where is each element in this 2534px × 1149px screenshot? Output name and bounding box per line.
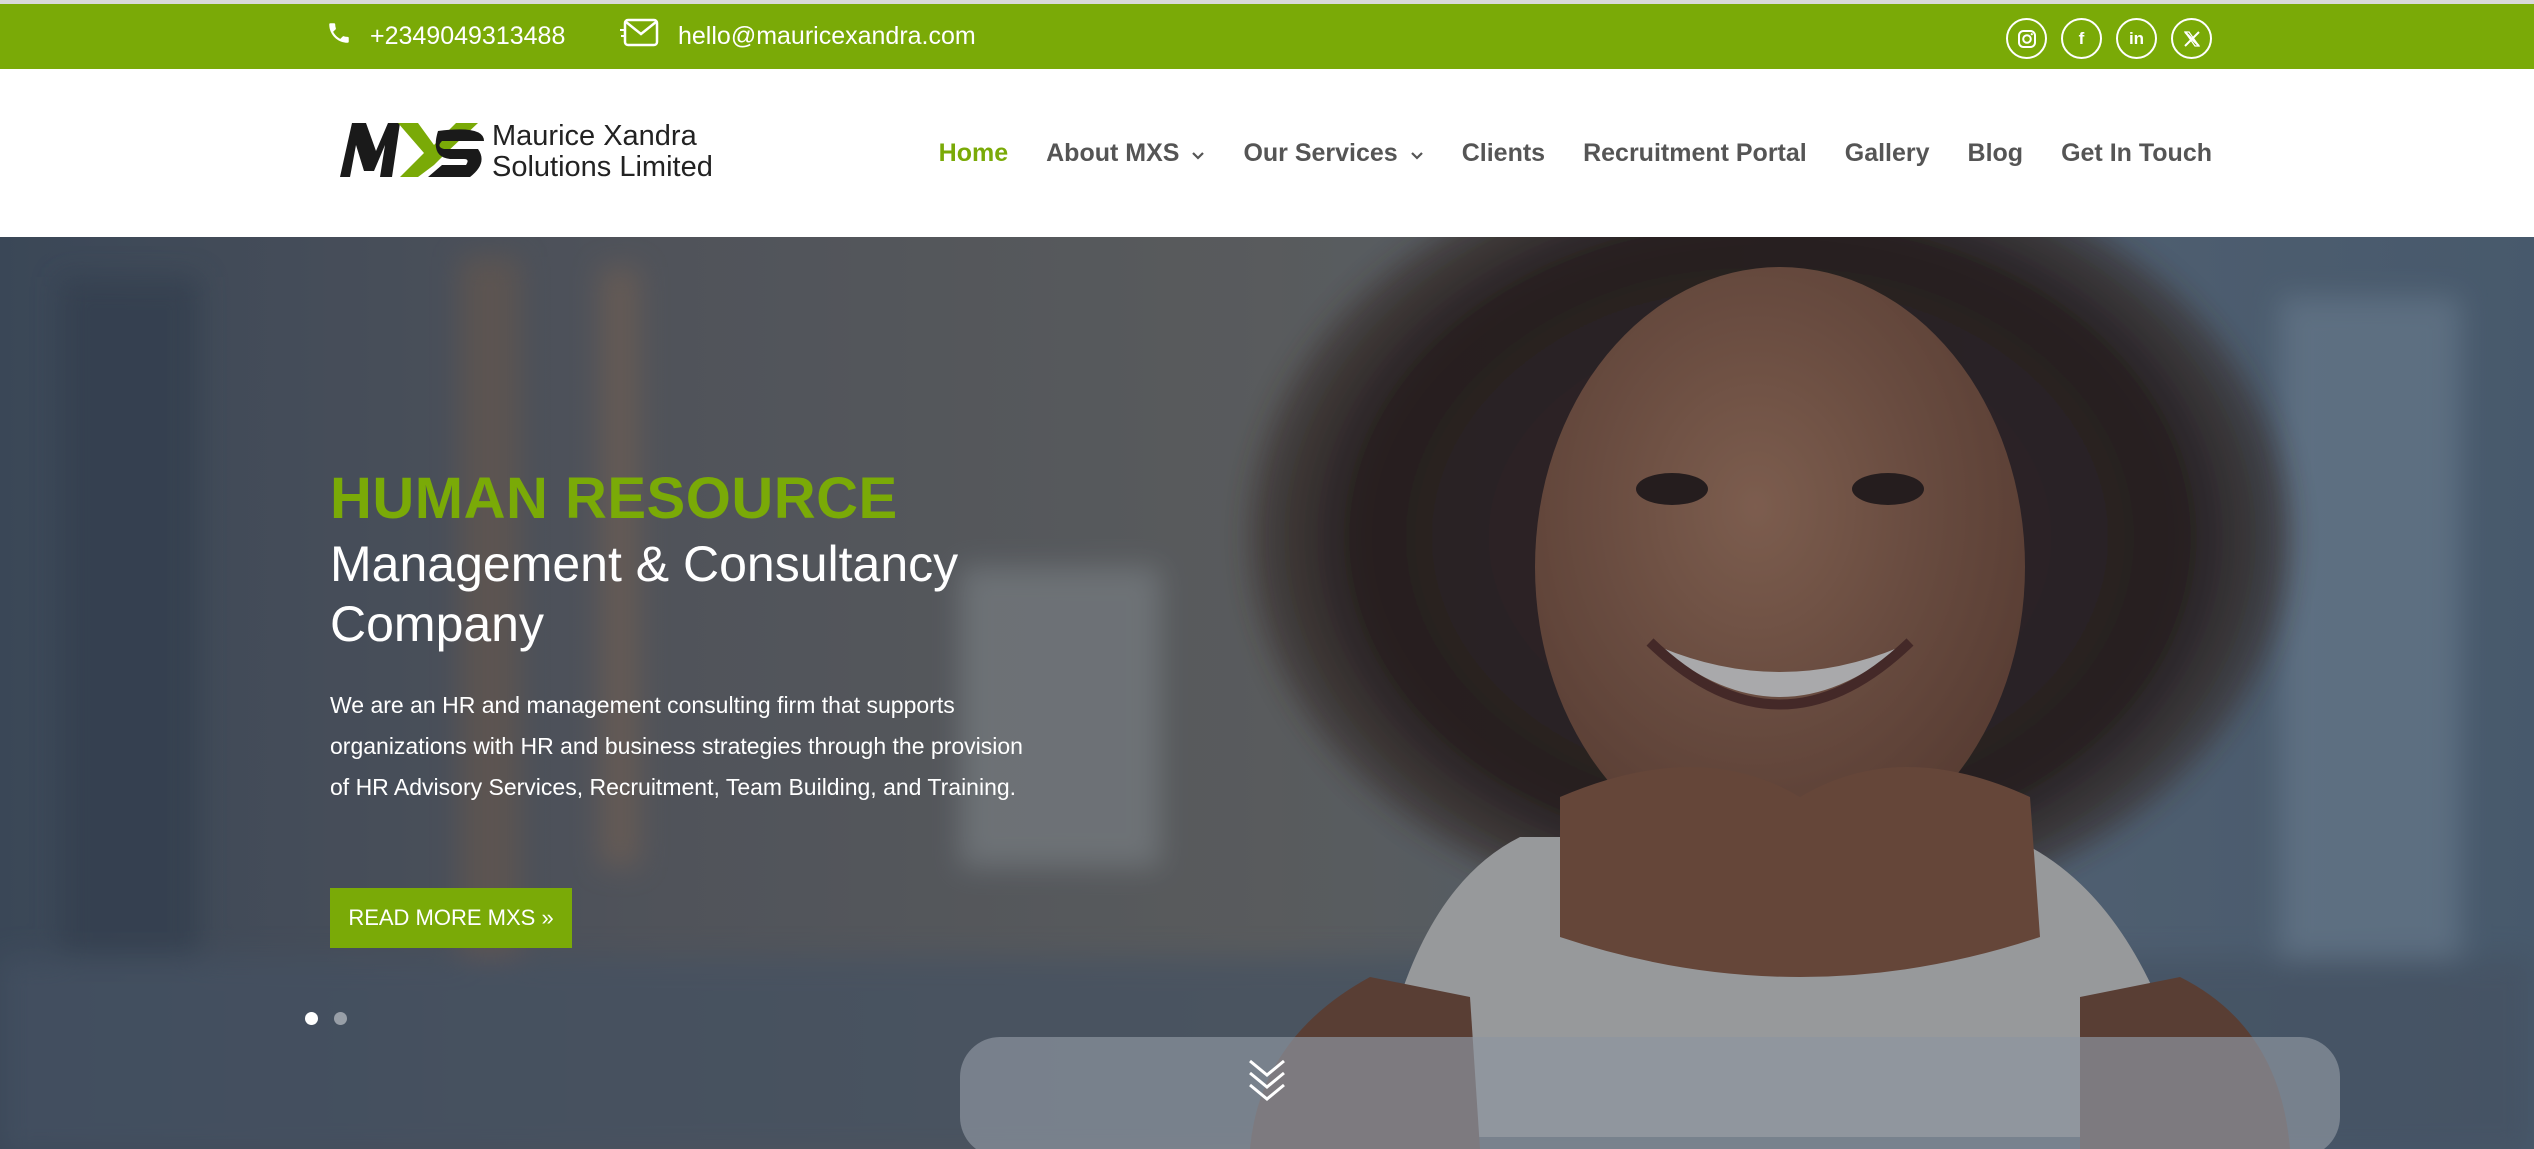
slider-pagination	[305, 1012, 347, 1025]
hero-subtitle: Management & Consultancy Company	[330, 536, 959, 652]
facebook-glyph: f	[2078, 28, 2085, 48]
site-header: Maurice Xandra Solutions Limited Home Ab…	[0, 69, 2534, 237]
nav-label-contact: Get In Touch	[2061, 138, 2212, 167]
email-address[interactable]: hello@mauricexandra.com	[678, 22, 976, 51]
phone-number[interactable]: +2349049313488	[370, 22, 565, 51]
scroll-down-icon[interactable]	[1246, 1057, 1288, 1110]
nav-item-our-services[interactable]: Our Services	[1243, 139, 1423, 168]
nav-item-blog[interactable]: Blog	[1968, 139, 2024, 168]
facebook-icon[interactable]: f	[2061, 18, 2102, 59]
social-links: f in	[2006, 18, 2212, 59]
nav-label-about: About MXS	[1046, 138, 1180, 167]
linkedin-icon[interactable]: in	[2116, 18, 2157, 59]
chevron-down-icon	[1410, 139, 1424, 168]
phone-icon	[326, 20, 370, 53]
company-logo[interactable]: Maurice Xandra Solutions Limited	[338, 119, 713, 184]
read-more-button[interactable]: READ MORE MXS »	[330, 888, 572, 948]
nav-label-clients: Clients	[1461, 138, 1546, 167]
nav-label-gallery: Gallery	[1844, 138, 1930, 167]
chevron-down-icon	[1191, 139, 1205, 168]
mail-icon	[620, 18, 678, 55]
nav-item-gallery[interactable]: Gallery	[1845, 139, 1930, 168]
hero-slider: HUMAN RESOURCE Management & Consultancy …	[0, 237, 2534, 1149]
hero-description: We are an HR and management consulting f…	[330, 692, 1023, 800]
nav-label-services: Our Services	[1243, 138, 1398, 167]
email-contact[interactable]: hello@mauricexandra.com	[620, 4, 976, 69]
nav-item-recruitment-portal[interactable]: Recruitment Portal	[1583, 139, 1807, 168]
nav-item-clients[interactable]: Clients	[1462, 139, 1545, 168]
nav-label-blog: Blog	[1967, 138, 2024, 167]
hero-title: HUMAN RESOURCE	[330, 466, 898, 531]
logo-line-2: Solutions Limited	[492, 150, 713, 183]
nav-item-about-mxs[interactable]: About MXS	[1046, 139, 1205, 168]
x-twitter-icon[interactable]	[2171, 18, 2212, 59]
linkedin-glyph: in	[2128, 28, 2145, 48]
nav-label-recruitment: Recruitment Portal	[1583, 138, 1807, 167]
nav-label-home: Home	[938, 138, 1009, 167]
logo-text: Maurice Xandra Solutions Limited	[492, 119, 713, 183]
slider-dot-2[interactable]	[334, 1012, 347, 1025]
phone-contact[interactable]: +2349049313488	[326, 4, 565, 69]
instagram-icon[interactable]	[2006, 18, 2047, 59]
top-contact-bar: +2349049313488 hello@mauricexandra.com f…	[0, 0, 2534, 69]
logo-line-1: Maurice Xandra	[492, 119, 697, 152]
main-navigation: Home About MXS Our Services Clients Recr…	[939, 69, 2212, 237]
nav-item-home[interactable]: Home	[939, 139, 1008, 168]
mxs-logo-mark-icon	[338, 119, 486, 184]
slider-dot-1[interactable]	[305, 1012, 318, 1025]
nav-item-get-in-touch[interactable]: Get In Touch	[2061, 139, 2212, 168]
